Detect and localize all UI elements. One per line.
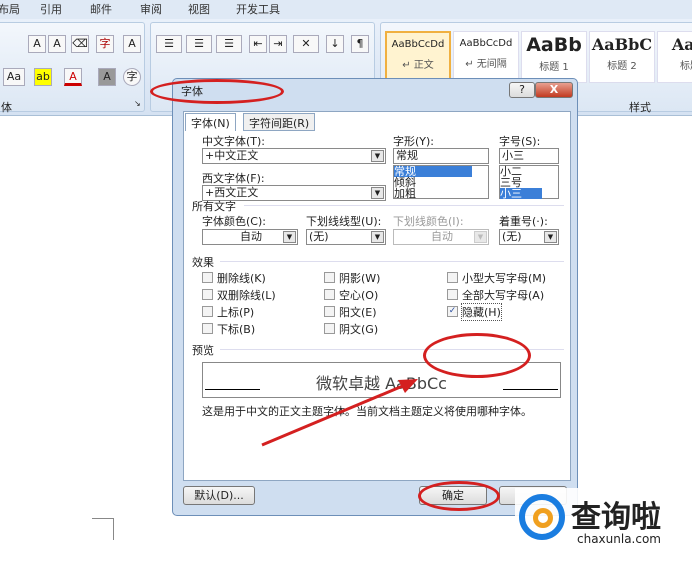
annotation-arrow xyxy=(261,379,418,447)
tab-char-spacing[interactable]: 字符间距(R) xyxy=(243,113,316,131)
watermark-text: 查询啦 xyxy=(571,500,661,535)
watermark-logo: 查询啦 chaxunla.com xyxy=(515,488,692,552)
tab-font[interactable]: 字体(N) xyxy=(185,113,236,131)
watermark-url: chaxunla.com xyxy=(577,532,661,546)
